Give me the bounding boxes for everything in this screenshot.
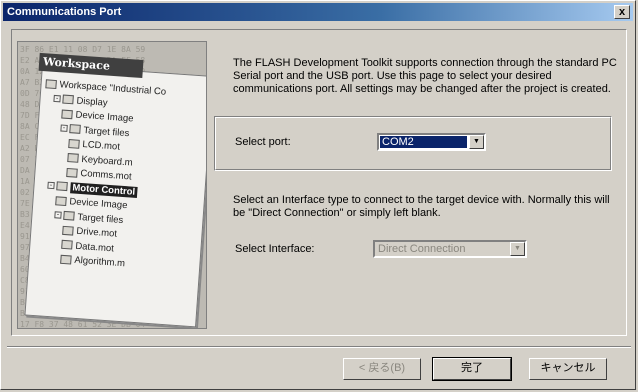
port-select[interactable]: COM2 ▼: [377, 133, 486, 151]
folder-icon: [63, 211, 75, 222]
tree-node-label: Device Image: [69, 196, 128, 212]
tree-node-label: Target files: [83, 124, 130, 139]
file-icon: [67, 153, 79, 164]
button-separator: [7, 346, 631, 348]
back-button[interactable]: < 戻る(B): [343, 358, 421, 380]
tree-node-label: Drive.mot: [76, 225, 118, 240]
collapse-icon: -: [53, 95, 61, 103]
folder-icon: [55, 196, 67, 207]
tree-node-label: Data.mot: [75, 240, 115, 254]
tree-node-label: Display: [76, 95, 109, 109]
port-select-value: COM2: [380, 136, 467, 148]
tree-node-label: LCD.mot: [82, 139, 121, 153]
window-title: Communications Port: [7, 6, 122, 18]
file-icon: [60, 254, 72, 265]
folder-icon: [45, 79, 57, 90]
close-icon[interactable]: x: [614, 5, 630, 19]
chevron-down-icon[interactable]: ▼: [469, 135, 484, 149]
collapse-icon: -: [60, 124, 68, 133]
tree-node-label: Target files: [77, 211, 124, 226]
wizard-window: Communications Port x 3F 86 E1 11 08 D7 …: [0, 0, 636, 390]
cancel-button[interactable]: キャンセル: [529, 358, 607, 380]
file-icon: [68, 139, 80, 149]
chevron-down-icon: ▼: [510, 242, 525, 256]
collapse-icon: -: [54, 211, 62, 220]
tree-node-label: Algorithm.m: [74, 254, 126, 270]
tree-node-label: Device Image: [75, 109, 134, 125]
folder-icon: [61, 109, 73, 120]
folder-icon: [69, 124, 81, 135]
tree-node-label: Comms.mot: [80, 167, 132, 183]
select-port-label: Select port:: [235, 136, 291, 148]
folder-icon: [56, 181, 68, 192]
workspace-tree: Workspace "Industrial Co - Display Device I…: [33, 77, 206, 277]
interface-select: Direct Connection ▼: [373, 240, 527, 258]
workspace-illustration: 3F 86 E1 11 08 D7 1E 8A 59 E2 A1 7F B5 8…: [17, 41, 207, 329]
tree-node-label: Keyboard.m: [81, 153, 133, 169]
file-icon: [66, 167, 78, 178]
file-icon: [61, 240, 73, 251]
finish-button[interactable]: 完了: [432, 357, 512, 381]
collapse-icon: -: [47, 182, 55, 190]
folder-icon: [62, 95, 74, 105]
interface-description: Select an Interface type to connect to t…: [233, 194, 610, 219]
workspace-panel-image: Workspace Workspace "Industrial Co - Displ…: [24, 52, 206, 328]
title-bar[interactable]: Communications Port x: [3, 3, 633, 21]
select-interface-label: Select Interface:: [235, 243, 315, 255]
interface-select-value: Direct Connection: [378, 243, 466, 255]
port-description: The FLASH Development Toolkit supports c…: [233, 57, 617, 95]
file-icon: [62, 225, 74, 236]
